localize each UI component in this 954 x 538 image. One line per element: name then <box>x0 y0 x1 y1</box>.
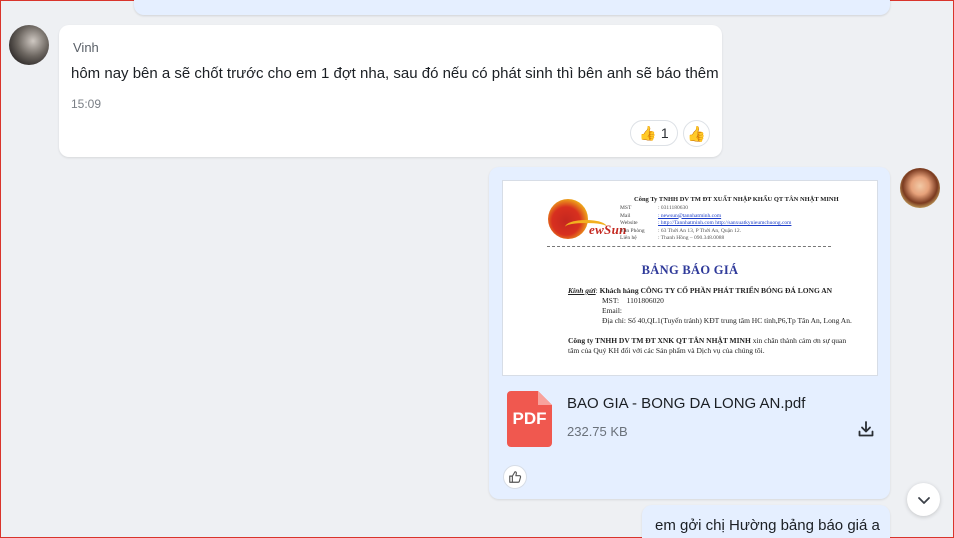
scroll-to-bottom-button[interactable] <box>907 483 940 516</box>
info-value: : Thanh Hồng – 090.348.0088 <box>658 235 725 241</box>
customer-address: Địa chỉ: Số 40,QL1(Tuyến tránh) KĐT trun… <box>602 316 852 325</box>
download-icon <box>858 421 874 437</box>
info-key: Liên hệ <box>620 235 637 241</box>
sender-avatar[interactable] <box>9 25 49 65</box>
thumbs-up-emoji-icon: 👍 <box>639 124 657 141</box>
email-label: Email: <box>602 306 622 315</box>
previous-message-bubble <box>134 0 890 15</box>
download-button[interactable] <box>854 417 878 441</box>
outgoing-text-bubble: em gởi chị Hường bảng báo giá a <box>642 505 890 538</box>
info-key: Website <box>620 220 638 226</box>
mst-label: MST: <box>602 296 620 305</box>
info-value: : 0311180630 <box>658 205 688 211</box>
react-button[interactable]: 👍 <box>683 120 710 147</box>
message-time: 15:09 <box>71 97 102 111</box>
info-value: : 63 Thới An 13, P Thới An, Quận 12. <box>658 227 742 234</box>
incoming-message-bubble: Vinh hôm nay bên a sẽ chốt trước cho em … <box>59 25 722 157</box>
my-avatar[interactable] <box>900 168 940 208</box>
next-message-text: em gởi chị Hường bảng báo giá a <box>655 517 880 534</box>
pdf-label: PDF <box>512 409 547 428</box>
like-button[interactable] <box>503 465 527 489</box>
reaction-summary[interactable]: 👍 1 <box>630 120 678 146</box>
file-size: 232.75 KB <box>567 424 628 439</box>
outgoing-file-bubble: ewSun Công Ty TNHH DV TM ĐT XUẤT NHẬP KH… <box>489 167 890 499</box>
pdf-preview[interactable]: ewSun Công Ty TNHH DV TM ĐT XUẤT NHẬP KH… <box>502 180 878 376</box>
thumbs-up-outline-icon <box>509 471 522 483</box>
greeting-label: Kính gửi <box>568 286 596 295</box>
chevron-down-icon <box>917 496 930 504</box>
info-key: Văn Phòng <box>620 227 645 234</box>
sender-name: Vinh <box>73 40 99 55</box>
mst-value: 1101806020 <box>626 296 664 305</box>
info-value: : newsun@tannhatminh.com <box>658 212 722 219</box>
info-key: Mail <box>620 212 631 219</box>
doc-title: BẢNG BÁO GIÁ <box>641 263 739 277</box>
doc-body: Kính gửi: Khách hàng CÔNG TY CỔ PHẦN PHÁ… <box>568 286 858 356</box>
info-key: MST <box>620 205 632 211</box>
info-value: : http://Tannhatminh.com http://sanxuatk… <box>658 220 792 226</box>
pdf-file-icon[interactable]: PDF <box>507 391 552 447</box>
reaction-count-value: 1 <box>660 125 669 141</box>
doc-divider <box>547 246 831 247</box>
closing-company: Công ty TNHH DV TM ĐT XNK QT TÂN NHẬT MI… <box>568 336 751 345</box>
doc-company-name: Công Ty TNHH DV TM ĐT XUẤT NHẬP KHẨU QT … <box>634 196 839 203</box>
file-name[interactable]: BAO GIA - BONG DA LONG AN.pdf <box>567 395 805 412</box>
customer-name: Khách hàng CÔNG TY CỔ PHẦN PHÁT TRIỂN BÓ… <box>599 286 833 295</box>
doc-company-info: MST : 0311180630 Mail : newsun@tannhatminh… <box>620 205 791 243</box>
thumbs-up-react-icon: 👍 <box>687 125 706 143</box>
message-text: hôm nay bên a sẽ chốt trước cho em 1 đợt… <box>71 65 719 82</box>
